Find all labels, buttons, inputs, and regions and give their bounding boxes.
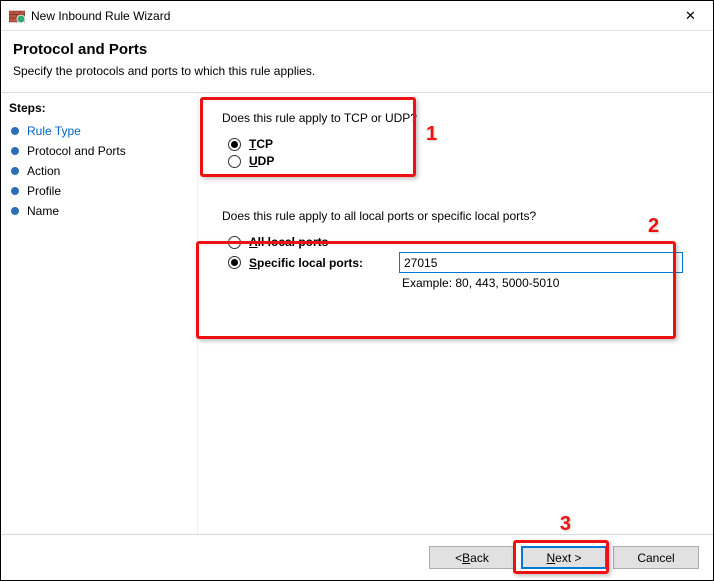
radio-label-specific-ports[interactable]: Specific local ports:	[249, 256, 399, 270]
close-icon: ✕	[685, 8, 696, 24]
step-action[interactable]: Action	[9, 161, 189, 181]
radio-udp[interactable]: UDP	[228, 154, 689, 168]
steps-sidebar: Steps: Rule Type Protocol and Ports Acti…	[1, 93, 198, 534]
bullet-icon	[11, 147, 19, 155]
step-label: Name	[27, 204, 59, 218]
port-input[interactable]	[399, 252, 683, 273]
close-button[interactable]: ✕	[668, 1, 713, 31]
bullet-icon	[11, 207, 19, 215]
window-title: New Inbound Rule Wizard	[31, 9, 170, 23]
bullet-icon	[11, 167, 19, 175]
step-rule-type[interactable]: Rule Type	[9, 121, 189, 141]
radio-all-ports[interactable]: All local ports	[228, 235, 689, 249]
radio-specific-ports[interactable]	[228, 256, 241, 269]
steps-heading: Steps:	[9, 101, 189, 115]
radio-icon	[228, 155, 241, 168]
back-button[interactable]: < Back	[429, 546, 515, 569]
radio-label-udp: UDP	[249, 154, 274, 168]
radio-icon	[228, 236, 241, 249]
firewall-icon	[9, 8, 25, 24]
titlebar: New Inbound Rule Wizard ✕	[1, 1, 713, 31]
wizard-window: New Inbound Rule Wizard ✕ Protocol and P…	[0, 0, 714, 581]
step-label: Action	[27, 164, 60, 178]
radio-label-tcp: TCP	[249, 137, 273, 151]
cancel-button[interactable]: Cancel	[613, 546, 699, 569]
step-label: Profile	[27, 184, 61, 198]
wizard-header: Protocol and Ports Specify the protocols…	[1, 31, 713, 93]
step-label: Protocol and Ports	[27, 144, 126, 158]
radio-tcp[interactable]: TCP	[228, 137, 689, 151]
radio-label-all-ports: All local ports	[249, 235, 328, 249]
radio-icon	[228, 138, 241, 151]
port-example: Example: 80, 443, 5000-5010	[402, 276, 689, 290]
step-label: Rule Type	[27, 124, 81, 138]
wizard-content: Does this rule apply to TCP or UDP? TCP …	[198, 93, 713, 534]
page-subtitle: Specify the protocols and ports to which…	[13, 64, 701, 78]
page-title: Protocol and Ports	[13, 41, 701, 58]
wizard-footer: < Back Next > Cancel 3	[1, 534, 713, 580]
bullet-icon	[11, 187, 19, 195]
question-ports: Does this rule apply to all local ports …	[222, 209, 689, 223]
wizard-body: Steps: Rule Type Protocol and Ports Acti…	[1, 93, 713, 534]
question-protocol: Does this rule apply to TCP or UDP?	[222, 111, 689, 125]
next-button[interactable]: Next >	[521, 546, 607, 569]
bullet-icon	[11, 127, 19, 135]
step-name[interactable]: Name	[9, 201, 189, 221]
step-protocol-ports[interactable]: Protocol and Ports	[9, 141, 189, 161]
radio-specific-ports-row: Specific local ports:	[228, 252, 689, 273]
step-profile[interactable]: Profile	[9, 181, 189, 201]
